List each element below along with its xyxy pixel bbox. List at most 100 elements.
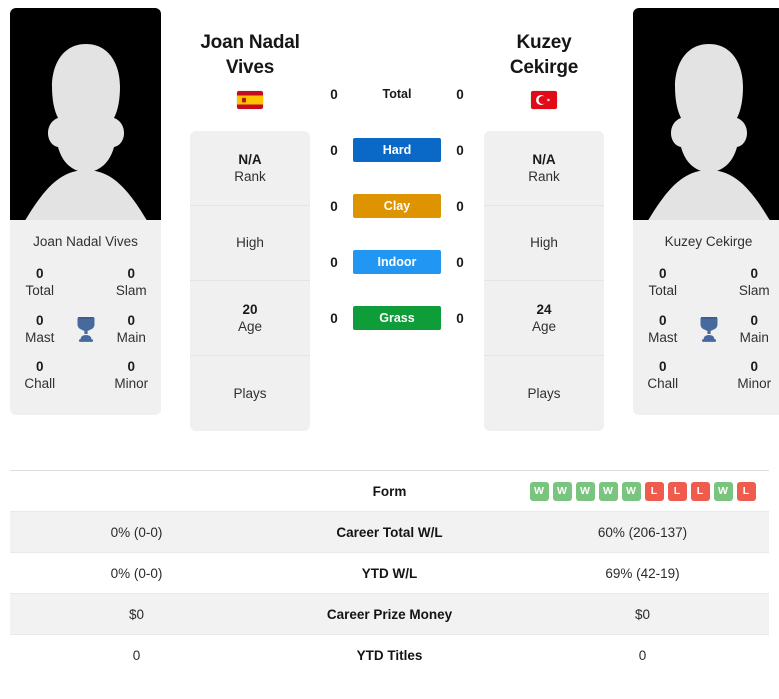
info-row-plays: Plays — [190, 356, 310, 431]
right-value: WWWWWLLLWL — [516, 481, 769, 501]
right-player-name-column: Kuzey Cekirge N/A Rank High 24 Age Plays — [484, 8, 604, 432]
table-row-form: Form WWWWWLLLWL — [10, 471, 769, 512]
h2h-right-score: 0 — [456, 142, 464, 158]
left-player-trophy-stats: 0 Total 0 Slam 0 Mast 0 Main 0 Chall 0 M… — [10, 259, 161, 415]
h2h-left-score: 0 — [330, 86, 338, 102]
trophy-stat-value: 0 — [658, 312, 667, 328]
trophy-stat: 0 Chall — [16, 352, 64, 399]
trophy-stat-label: Main — [116, 329, 146, 345]
trophy-stat-label: Main — [739, 329, 769, 345]
flag-spain — [237, 91, 263, 110]
info-row-high: High — [190, 206, 310, 282]
head-to-head-surfaces: 0 Total 0 0 Hard 0 0 Clay 0 0 Indoor 0 0… — [310, 8, 484, 346]
trophy-stat-label: Total — [648, 283, 678, 299]
stat-label: Career Total W/L — [336, 524, 443, 540]
trophy-stat-label: Minor — [114, 376, 149, 392]
info-value: N/A — [532, 151, 556, 167]
table-row-career-prize-money: $0 Career Prize Money $0 — [10, 594, 769, 635]
trophy-icon — [77, 316, 94, 342]
left-value: 0 — [132, 648, 141, 663]
trophy-stat: 0 Mast — [639, 306, 687, 353]
form-badge-w[interactable]: W — [598, 481, 618, 501]
info-label: High — [236, 235, 264, 251]
h2h-left-score: 0 — [330, 142, 338, 158]
info-row-age: 20 Age — [190, 281, 310, 357]
trophy-stat-value: 0 — [35, 266, 44, 281]
form-badge-list: WWWWWLLLWL — [516, 481, 769, 501]
left-value: $0 — [128, 606, 145, 622]
right-player-photo-card[interactable]: Kuzey Cekirge 0 Total 0 Slam 0 Mast 0 Ma… — [633, 8, 779, 415]
info-label: Age — [237, 319, 263, 335]
trophy-stat: 0 Minor — [108, 352, 156, 399]
left-player-photo-card[interactable]: Joan Nadal Vives 0 Total 0 Slam 0 Mast 0… — [10, 8, 161, 415]
right-player-trophy-stats: 0 Total 0 Slam 0 Mast 0 Main 0 Chall 0 M… — [633, 259, 779, 415]
form-badge-l[interactable]: L — [644, 481, 664, 501]
trophy-stat-label: Mast — [648, 329, 678, 345]
trophy-stat-value: 0 — [35, 312, 44, 328]
comparison-stats-table: Form WWWWWLLLWL 0% (0-0) Career Total W/… — [10, 470, 769, 676]
info-row-plays: Plays — [484, 356, 604, 431]
left-player-photo — [10, 8, 161, 220]
right-value: 60% (206-137) — [597, 524, 688, 540]
info-row-rank: N/A Rank — [190, 131, 310, 207]
name-line-1: Kuzey — [516, 32, 572, 53]
h2h-left-score: 0 — [330, 310, 338, 326]
left-player-name-column: Joan Nadal Vives N/A Rank High 20 Age Pl… — [190, 8, 310, 432]
left-player-photo-name: Joan Nadal Vives — [33, 234, 138, 249]
table-row-career-total-wl: 0% (0-0) Career Total W/L 60% (206-137) — [10, 512, 769, 553]
player-comparison-section: Joan Nadal Vives 0 Total 0 Slam 0 Mast 0… — [0, 0, 779, 470]
right-player-photo — [633, 8, 779, 220]
h2h-right-score: 0 — [456, 86, 464, 102]
surface-label-total[interactable]: Total — [353, 82, 441, 106]
left-player-name: Joan Nadal Vives — [200, 30, 300, 80]
h2h-left-score: 0 — [330, 254, 338, 270]
trophy-stat-value: 0 — [127, 312, 135, 328]
trophy-stat: 0 Main — [731, 306, 779, 353]
form-badge-w[interactable]: W — [575, 481, 595, 501]
trophy-icon-cell — [64, 315, 108, 343]
right-player-info-card: N/A Rank High 24 Age Plays — [484, 131, 604, 432]
trophy-stat-value: 0 — [750, 266, 758, 281]
right-player-photo-name: Kuzey Cekirge — [664, 234, 753, 249]
player-silhouette-avatar — [24, 44, 147, 220]
trophy-stat: 0 Chall — [639, 352, 687, 399]
form-badge-l[interactable]: L — [736, 481, 756, 501]
info-label: Rank — [528, 169, 560, 185]
h2h-left-score: 0 — [330, 198, 338, 214]
form-badge-w[interactable]: W — [621, 481, 641, 501]
trophy-stat: 0 Total — [639, 259, 687, 306]
form-badge-l[interactable]: L — [690, 481, 710, 501]
form-badge-w[interactable]: W — [713, 481, 733, 501]
h2h-right-score: 0 — [456, 254, 464, 270]
h2h-row-clay: 0 Clay 0 — [310, 178, 484, 234]
name-line-2: Vives — [225, 57, 275, 79]
surface-label-clay[interactable]: Clay — [353, 194, 441, 218]
h2h-right-score: 0 — [456, 310, 464, 326]
stat-label: Form — [372, 483, 407, 499]
left-value: 0% (0-0) — [110, 524, 163, 540]
trophy-stat-label: Slam — [115, 283, 147, 299]
form-badge-l[interactable]: L — [667, 481, 687, 501]
h2h-row-hard: 0 Hard 0 — [310, 122, 484, 178]
trophy-stat-label: Mast — [25, 329, 55, 345]
info-value: 20 — [242, 301, 258, 317]
form-badge-w[interactable]: W — [552, 481, 572, 501]
form-badge-w[interactable]: W — [529, 481, 549, 501]
left-value: 0% (0-0) — [110, 565, 163, 581]
trophy-stat: 0 Minor — [731, 352, 779, 399]
trophy-stat: 0 Main — [108, 306, 156, 353]
trophy-stat-value: 0 — [658, 266, 667, 281]
flag-turkey — [531, 91, 557, 110]
table-row-ytd-wl: 0% (0-0) YTD W/L 69% (42-19) — [10, 553, 769, 594]
surface-label-grass[interactable]: Grass — [353, 306, 441, 330]
info-row-rank: N/A Rank — [484, 131, 604, 207]
stat-label: YTD W/L — [361, 565, 418, 581]
trophy-stat-label: Chall — [24, 376, 56, 392]
right-value: $0 — [634, 606, 651, 622]
name-line-2: Cekirge — [509, 57, 579, 79]
trophy-icon-cell — [687, 315, 731, 343]
surface-label-hard[interactable]: Hard — [353, 138, 441, 162]
surface-label-indoor[interactable]: Indoor — [353, 250, 441, 274]
right-value: 69% (42-19) — [605, 565, 680, 581]
stat-label: YTD Titles — [356, 648, 423, 663]
